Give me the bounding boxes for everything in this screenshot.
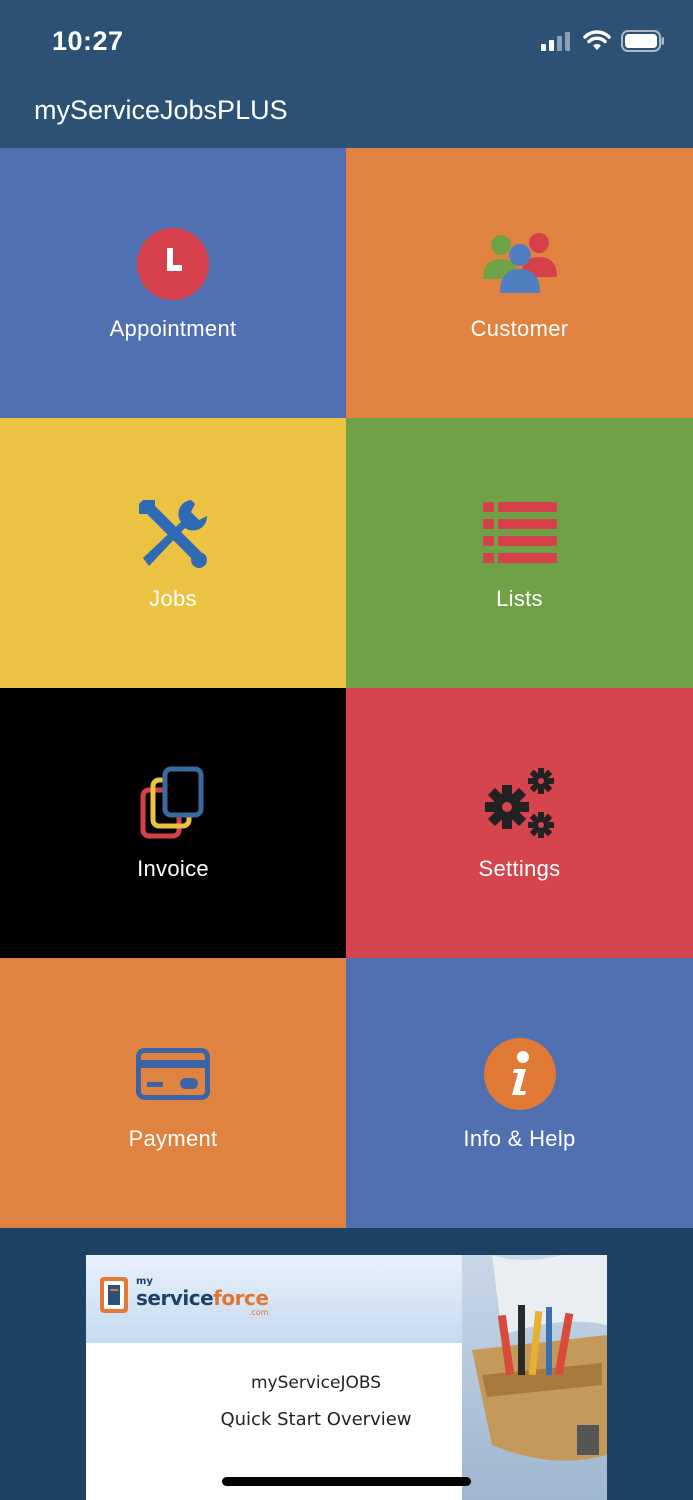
tile-label: Customer bbox=[470, 316, 569, 341]
tile-appointment[interactable]: Appointment bbox=[0, 148, 346, 418]
tile-lists[interactable]: Lists bbox=[346, 418, 693, 688]
logo-main-a: service bbox=[136, 1286, 214, 1310]
home-indicator[interactable] bbox=[222, 1477, 471, 1486]
app-title: myServiceJobsPLUS bbox=[34, 95, 288, 125]
tools-icon bbox=[133, 494, 213, 574]
status-time: 10:27 bbox=[52, 26, 124, 56]
tool-belt-photo bbox=[462, 1255, 607, 1500]
people-icon bbox=[480, 224, 560, 304]
quick-start-banner[interactable]: my serviceforce .com myServiceJOBS Quick… bbox=[86, 1255, 607, 1500]
tile-label: Lists bbox=[496, 586, 543, 611]
tile-label: Payment bbox=[128, 1126, 218, 1151]
signal-icon bbox=[541, 32, 570, 51]
tile-customer[interactable]: Customer bbox=[346, 148, 693, 418]
tile-label: Settings bbox=[478, 856, 561, 881]
tile-label: Jobs bbox=[149, 586, 197, 611]
gears-icon bbox=[480, 764, 560, 844]
battery-icon bbox=[621, 30, 664, 52]
tile-payment[interactable]: Payment bbox=[0, 958, 346, 1228]
logo-dotcom: .com bbox=[248, 1308, 269, 1317]
wifi-icon bbox=[583, 30, 611, 50]
credit-card-icon bbox=[133, 1034, 213, 1114]
logo-icon bbox=[98, 1273, 132, 1322]
logo-main-text: serviceforce bbox=[136, 1286, 269, 1310]
status-icons bbox=[541, 30, 665, 52]
info-icon bbox=[480, 1034, 560, 1114]
tile-invoice[interactable]: Invoice bbox=[0, 688, 346, 958]
tile-label: Appointment bbox=[109, 316, 237, 341]
status-bar: 10:27 bbox=[0, 0, 693, 80]
app-header: myServiceJobsPLUS bbox=[0, 80, 693, 148]
tile-grid: Appointment Customer Jobs Lists Invoice … bbox=[0, 148, 693, 1228]
tile-label: Invoice bbox=[137, 856, 209, 881]
banner-logo: my serviceforce .com bbox=[136, 1277, 269, 1317]
documents-icon bbox=[133, 764, 213, 844]
logo-main-b: force bbox=[213, 1286, 269, 1310]
clock-icon bbox=[133, 224, 213, 304]
list-icon bbox=[480, 494, 560, 574]
tile-jobs[interactable]: Jobs bbox=[0, 418, 346, 688]
tile-label: Info & Help bbox=[463, 1126, 576, 1151]
tile-info-help[interactable]: Info & Help bbox=[346, 958, 693, 1228]
tile-settings[interactable]: Settings bbox=[346, 688, 693, 958]
